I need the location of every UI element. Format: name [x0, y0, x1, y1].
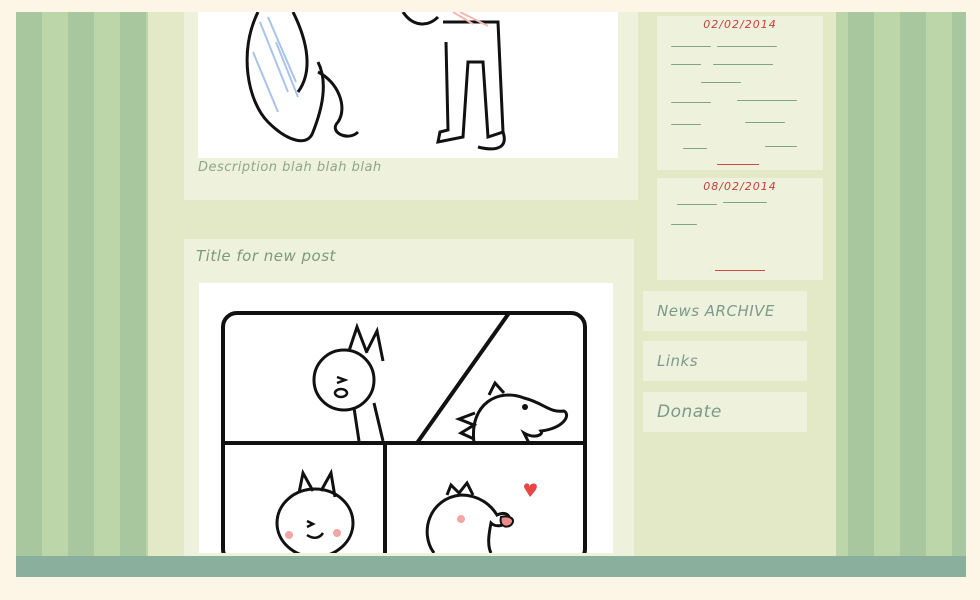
handwritten-text	[671, 124, 701, 125]
handwritten-text	[717, 46, 777, 47]
donate-link[interactable]: Donate	[643, 392, 807, 432]
handwritten-text	[713, 64, 773, 65]
news-separator	[715, 270, 765, 271]
post-previous-image[interactable]	[198, 12, 618, 158]
handwritten-text	[723, 202, 767, 203]
handwritten-text	[671, 46, 711, 47]
post-previous: Description blah blah blah	[184, 12, 638, 200]
handwritten-text	[737, 100, 797, 101]
handwritten-text	[701, 82, 741, 83]
site-frame: Description blah blah blah Title for new…	[16, 12, 966, 577]
news-item-2[interactable]: 08/02/2014	[657, 178, 823, 280]
post-latest-image[interactable]	[199, 283, 613, 553]
handwritten-text	[677, 204, 717, 205]
news-separator	[717, 164, 759, 165]
handwritten-text	[671, 224, 697, 225]
post-title[interactable]: Title for new post	[196, 247, 336, 265]
news-date: 02/02/2014	[703, 18, 777, 31]
handwritten-text	[683, 148, 707, 149]
news-archive-link[interactable]: News ARCHIVE	[643, 291, 807, 331]
post-description: Description blah blah blah	[198, 160, 382, 175]
handwritten-text	[671, 64, 701, 65]
handwritten-text	[765, 146, 797, 147]
footer-bar	[16, 556, 966, 577]
handwritten-text	[745, 122, 785, 123]
handwritten-text	[671, 102, 711, 103]
content-area: Description blah blah blah Title for new…	[148, 12, 836, 559]
news-date: 08/02/2014	[703, 180, 777, 193]
links-link[interactable]: Links	[643, 341, 807, 381]
comic-drawing-previous	[245, 12, 506, 151]
news-item-1[interactable]: 02/02/2014	[657, 16, 823, 170]
post-latest: Title for new post	[184, 239, 634, 559]
comic-strip	[221, 311, 587, 553]
